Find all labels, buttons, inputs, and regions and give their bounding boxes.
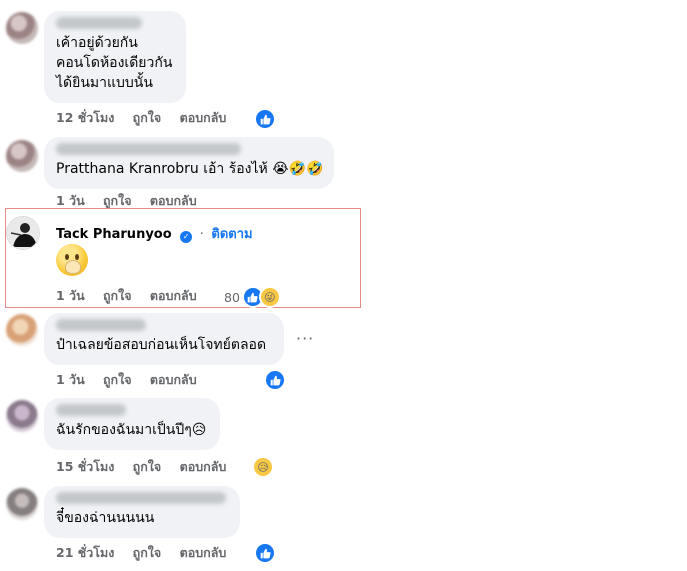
comment-header: Tack Pharunyoo ✓ · ติดตาม [56, 223, 253, 244]
comment-actions: 21 ชั่วโมง ถูกใจ ตอบกลับ [56, 545, 240, 561]
like-reaction-icon [254, 108, 276, 130]
comment-actions: 1 วัน ถูกใจ ตอบกลับ [56, 193, 211, 209]
comment-time[interactable]: 12 ชั่วโมง [56, 110, 114, 125]
reaction-summary[interactable]: 80 😜 [224, 286, 281, 308]
like-reaction-icon [254, 542, 276, 564]
more-options-icon[interactable]: ··· [296, 329, 314, 348]
reply-button[interactable]: ตอบกลับ [150, 193, 197, 208]
comment-thread: เค้าอยู่ด้วยกัน คอนโดห้องเดียวกัน ได้ยิน… [0, 0, 687, 571]
comment-bubble: จี๋ของฉ่านนนนน [44, 486, 240, 538]
blurred-author-name[interactable] [56, 143, 241, 155]
reaction-summary[interactable]: 😥 [252, 456, 274, 478]
comment-text: ฉันรักของฉันมาเป็นปีๆ😥 [56, 422, 207, 438]
comment-actions: 1 วัน ถูกใจ ตอบกลับ [56, 372, 211, 388]
reply-button[interactable]: ตอบกลับ [150, 288, 197, 303]
like-button[interactable]: ถูกใจ [133, 110, 162, 125]
reply-button[interactable]: ตอบกลับ [150, 372, 197, 387]
author-name[interactable]: Tack Pharunyoo [56, 227, 172, 242]
comment-bubble: ป๋าเฉลยข้อสอบก่อนเห็นโจทย์ตลอด [44, 313, 284, 365]
comment-time[interactable]: 15 ชั่วโมง [56, 459, 114, 474]
comment-actions: 1 วัน ถูกใจ ตอบกลับ [56, 288, 211, 304]
reply-button[interactable]: ตอบกลับ [180, 459, 227, 474]
commenter-avatar[interactable] [6, 314, 38, 346]
comment-bubble: เค้าอยู่ด้วยกัน คอนโดห้องเดียวกัน ได้ยิน… [44, 11, 186, 103]
comment-time[interactable]: 1 วัน [56, 193, 85, 208]
reaction-count: 80 [224, 289, 240, 305]
comment-time[interactable]: 1 วัน [56, 372, 85, 387]
comment-actions: 15 ชั่วโมง ถูกใจ ตอบกลับ [56, 459, 240, 475]
follow-button[interactable]: ติดตาม [211, 227, 252, 242]
reaction-summary[interactable] [264, 369, 286, 391]
reaction-summary[interactable] [254, 542, 276, 564]
winking-tongue-reaction-icon: 😜 [258, 286, 281, 308]
comment-time[interactable]: 21 ชั่วโมง [56, 545, 114, 560]
comment-bubble: Pratthana Kranrobru เอ้า ร้องไห้ 😭🤣🤣 [44, 137, 334, 189]
comment-text-line: คอนโดห้องเดียวกัน [56, 55, 173, 71]
like-button[interactable]: ถูกใจ [133, 459, 162, 474]
like-button[interactable]: ถูกใจ [103, 193, 132, 208]
face-with-hand-over-mouth-icon [56, 244, 88, 276]
reply-button[interactable]: ตอบกลับ [180, 545, 227, 560]
comment-actions: 12 ชั่วโมง ถูกใจ ตอบกลับ [56, 110, 240, 126]
blurred-author-name[interactable] [56, 17, 142, 29]
comment-text-line: ได้ยินมาแบบนั้น [56, 75, 153, 91]
blurred-author-name[interactable] [56, 319, 146, 331]
commenter-avatar[interactable] [6, 12, 38, 44]
comment-time[interactable]: 1 วัน [56, 288, 85, 303]
reply-button[interactable]: ตอบกลับ [180, 110, 227, 125]
comment-text: จี๋ของฉ่านนนนน [56, 510, 155, 526]
like-button[interactable]: ถูกใจ [133, 545, 162, 560]
like-button[interactable]: ถูกใจ [103, 372, 132, 387]
commenter-avatar[interactable] [6, 140, 38, 172]
blurred-author-name[interactable] [56, 492, 226, 504]
separator: · [199, 227, 204, 242]
reaction-summary[interactable] [254, 108, 276, 130]
comment-text: ป๋าเฉลยข้อสอบก่อนเห็นโจทย์ตลอด [56, 337, 267, 353]
tack-avatar[interactable] [6, 216, 40, 250]
verified-badge-icon: ✓ [180, 231, 193, 243]
comment-text: Pratthana Kranrobru เอ้า ร้องไห้ 😭🤣🤣 [56, 161, 324, 177]
like-button[interactable]: ถูกใจ [103, 288, 132, 303]
commenter-avatar[interactable] [6, 488, 38, 520]
blurred-author-name[interactable] [56, 404, 126, 416]
commenter-avatar[interactable] [6, 400, 38, 432]
comment-bubble: ฉันรักของฉันมาเป็นปีๆ😥 [44, 398, 220, 450]
comment-text-line: เค้าอยู่ด้วยกัน [56, 35, 138, 51]
like-reaction-icon [264, 369, 286, 391]
sad-face-reaction-icon: 😥 [252, 456, 274, 478]
